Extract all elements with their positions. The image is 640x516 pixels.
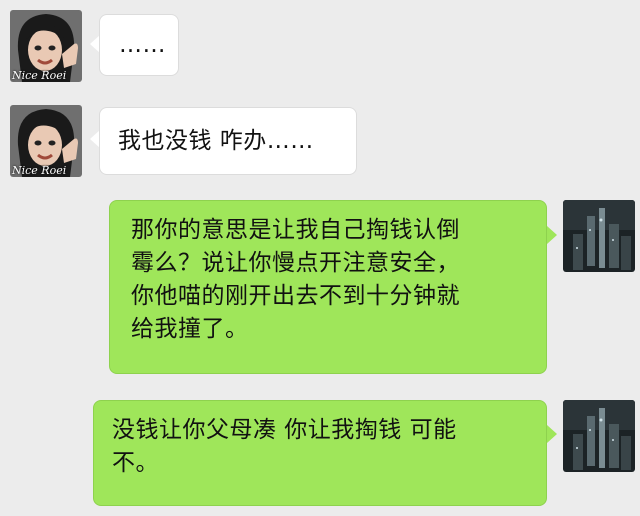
message-text-line: 那你的意思是让我自己掏钱认倒 — [131, 217, 460, 243]
self-avatar[interactable] — [563, 200, 635, 272]
message-text-line: 霉么？说让你慢点开注意安全， — [131, 250, 460, 276]
message-text: …… — [119, 32, 166, 58]
message-bubble[interactable]: …… — [99, 14, 179, 76]
message-text: 我也没钱 咋办…… — [118, 128, 314, 154]
message-text-line: 没钱让你父母凑 你让我掏钱 可能 — [112, 417, 457, 443]
message-text-line: 给我撞了。 — [131, 316, 249, 342]
avatar-watermark: Nice Roei — [12, 164, 67, 177]
avatar-watermark: Nice Roei — [12, 69, 67, 82]
contact-avatar[interactable]: Nice Roei — [10, 10, 82, 82]
message-text-line: 你他喵的刚开出去不到十分钟就 — [131, 283, 460, 309]
bubble-tail — [547, 425, 557, 443]
self-avatar[interactable] — [563, 400, 635, 472]
message-text-line: 不。 — [112, 450, 159, 476]
message-bubble[interactable]: 没钱让你父母凑 你让我掏钱 可能 不。 — [93, 400, 547, 506]
bubble-tail — [547, 226, 557, 244]
contact-avatar[interactable]: Nice Roei — [10, 105, 82, 177]
message-bubble[interactable]: 我也没钱 咋办…… — [99, 107, 357, 175]
message-bubble[interactable]: 那你的意思是让我自己掏钱认倒 霉么？说让你慢点开注意安全， 你他喵的刚开出去不到… — [109, 200, 547, 374]
